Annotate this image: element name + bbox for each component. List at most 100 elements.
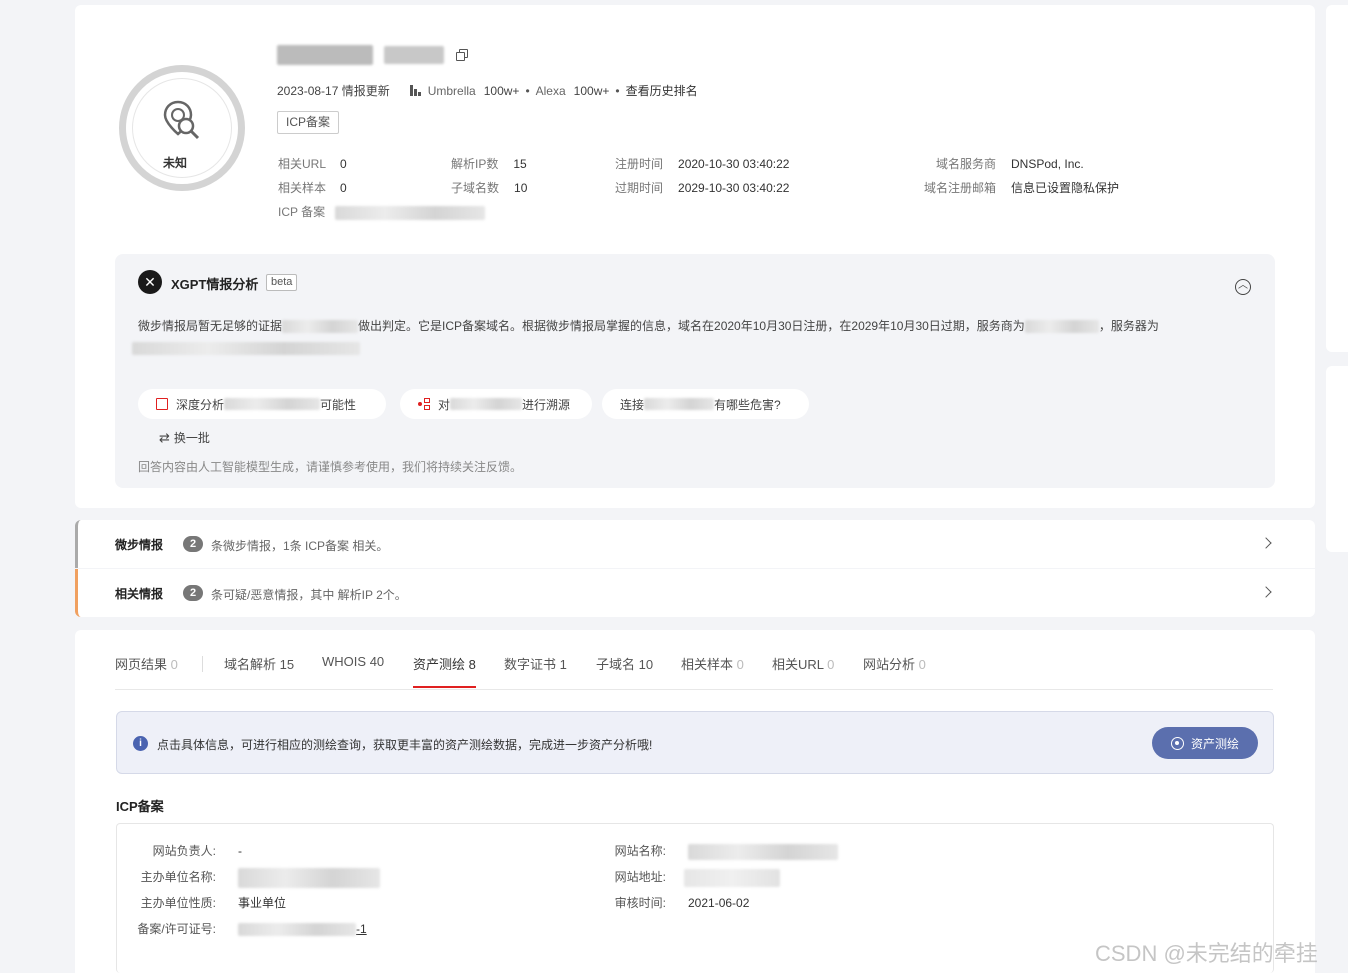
refresh-button[interactable]: ⇄ 换一批 (159, 429, 210, 446)
tab-label: 域名解析 (224, 657, 277, 672)
watermark: CSDN @未完结的牵挂 (1095, 941, 1318, 966)
license-label: 备案/许可证号: (137, 922, 216, 936)
tab-subdomain[interactable]: 子域名 10 (596, 654, 653, 673)
reg-time-label: 注册时间 (615, 157, 664, 171)
intel-title: 相关情报 (115, 587, 164, 601)
chevron-right-icon (1260, 537, 1272, 549)
xgpt-beta-badge: beta (266, 274, 298, 291)
resolve-ip-value[interactable]: 15 (513, 157, 526, 171)
reg-email-value: 信息已设置隐私保护 (1011, 181, 1120, 195)
license-suffix: -1 (356, 922, 367, 936)
tab-count: 0 (918, 657, 926, 672)
related-sample-label: 相关样本 (278, 181, 327, 195)
reg-time-value: 2020-10-30 03:40:22 (678, 157, 790, 171)
bar-chart-icon (409, 85, 422, 96)
intel-count-badge: 2 (183, 536, 203, 552)
related-url-value[interactable]: 0 (340, 157, 347, 171)
umbrella-label: Umbrella (427, 83, 476, 98)
status-label: 未知 (162, 156, 187, 170)
copy-icon[interactable] (456, 49, 468, 61)
site-name-redacted (688, 843, 838, 860)
owner-label: 网站负责人: (152, 844, 216, 858)
tab-samples[interactable]: 相关样本 0 (681, 654, 744, 673)
license-link[interactable]: -1 (238, 922, 367, 937)
update-date: 2023-08-17 情报更新 (277, 84, 390, 98)
xgpt-logo-icon: ✕ (138, 270, 162, 294)
suggest-chip-deep-analysis[interactable]: 深度分析 可能性 (138, 389, 386, 419)
tab-label: 网页结果 (115, 657, 168, 672)
umbrella-value: 100w+ (483, 83, 520, 98)
subdomain-label: 子域名数 (451, 181, 500, 195)
tab-label: 资产测绘 (413, 657, 466, 672)
swap-icon: ⇄ (159, 430, 170, 445)
separator-dot: • (525, 83, 530, 98)
site-name-label: 网站名称: (614, 844, 666, 858)
intel-row-threatbook[interactable]: 微步情报 2 条微步情报，1条 ICP备案 相关。 (75, 520, 1315, 568)
status-avatar: 未知 (119, 65, 245, 191)
site-url-redacted[interactable] (684, 868, 780, 887)
reg-email-label: 域名注册邮箱 (923, 181, 996, 195)
chip-label: 可能性 (320, 397, 357, 412)
tab-divider (202, 656, 203, 672)
tab-count: 0 (827, 657, 835, 672)
chip-label: 进行溯源 (522, 397, 571, 412)
tab-count: 0 (736, 657, 744, 672)
trace-icon (418, 398, 430, 410)
tab-label: 数字证书 (504, 657, 557, 672)
info-icon: i (133, 736, 148, 751)
tab-count: 15 (279, 657, 295, 672)
site-url-label: 网站地址: (614, 870, 666, 884)
suggest-chip-trace[interactable]: 对 进行溯源 (400, 389, 592, 419)
tab-whois[interactable]: WHOIS 40 (322, 654, 384, 669)
intel-desc: 条微步情报，1条 ICP备案 相关。 (211, 539, 389, 553)
tab-dns[interactable]: 域名解析 15 (224, 654, 294, 673)
separator-dot: • (615, 83, 620, 98)
history-rank-link[interactable]: 查看历史排名 (626, 82, 698, 99)
audit-label: 审核时间: (614, 896, 666, 910)
related-sample-value[interactable]: 0 (340, 181, 347, 195)
collapse-icon[interactable]: ︿ (1235, 279, 1251, 295)
owner-value: - (238, 844, 242, 858)
alexa-value: 100w+ (573, 83, 610, 98)
xgpt-text-c: ，服务器为 (1098, 319, 1159, 333)
right-side-card-bottom (1326, 366, 1348, 552)
tabs-divider (115, 689, 1273, 690)
tab-count: 10 (638, 657, 654, 672)
tab-underline (413, 686, 476, 688)
tab-site-analysis[interactable]: 网站分析 0 (863, 654, 926, 673)
tab-label: 子域名 (596, 657, 636, 672)
exp-time-value: 2029-10-30 03:40:22 (678, 181, 790, 195)
domain-title (277, 45, 445, 65)
tab-urls[interactable]: 相关URL 0 (772, 654, 834, 673)
xgpt-text-b: 做出判定。它是ICP备案域名。根据微步情报局掌握的信息，域名在2020年10月3… (358, 319, 1025, 333)
refresh-label: 换一批 (173, 431, 210, 445)
tab-label: 网站分析 (863, 657, 916, 672)
domain-summary-card: 未知 2023-08-17 情报更新 Umbrella 100w+ • Alex… (75, 5, 1315, 508)
exp-time-label: 过期时间 (615, 181, 664, 195)
intel-row-related[interactable]: 相关情报 2 条可疑/恶意情报，其中 解析IP 2个。 (75, 569, 1315, 617)
org-value-redacted (238, 867, 380, 888)
xgpt-title: XGPT情报分析 (171, 277, 259, 292)
org-type-value: 事业单位 (238, 896, 287, 910)
tab-certificate[interactable]: 数字证书 1 (504, 654, 567, 673)
asset-mapping-button[interactable]: 资产测绘 (1152, 727, 1258, 759)
related-url-label: 相关URL (278, 157, 327, 171)
suggest-chip-risk[interactable]: 连接 有哪些危害? (602, 389, 809, 419)
tab-label: 相关URL (772, 657, 824, 672)
tab-web-results[interactable]: 网页结果 0 (115, 654, 178, 673)
audit-value: 2021-06-02 (688, 896, 750, 910)
tab-label: 相关样本 (681, 657, 734, 672)
intel-desc: 条可疑/恶意情报，其中 解析IP 2个。 (211, 588, 407, 602)
subdomain-value[interactable]: 10 (514, 181, 527, 195)
registrar-value: DNSPod, Inc. (1011, 157, 1084, 171)
chip-label: 深度分析 (176, 397, 225, 412)
tab-count: 40 (369, 654, 385, 669)
search-location-icon (163, 100, 200, 140)
tab-count: 8 (468, 657, 476, 672)
chip-label: 连接 (620, 397, 645, 412)
tab-count: 1 (559, 657, 567, 672)
target-icon (1170, 736, 1184, 750)
notice-text: 点击具体信息，可进行相应的测绘查询，获取更丰富的资产测绘数据，完成进一步资产分析… (157, 738, 653, 752)
tab-asset-mapping[interactable]: 资产测绘 8 (413, 654, 476, 673)
icp-number-redacted (335, 205, 486, 220)
